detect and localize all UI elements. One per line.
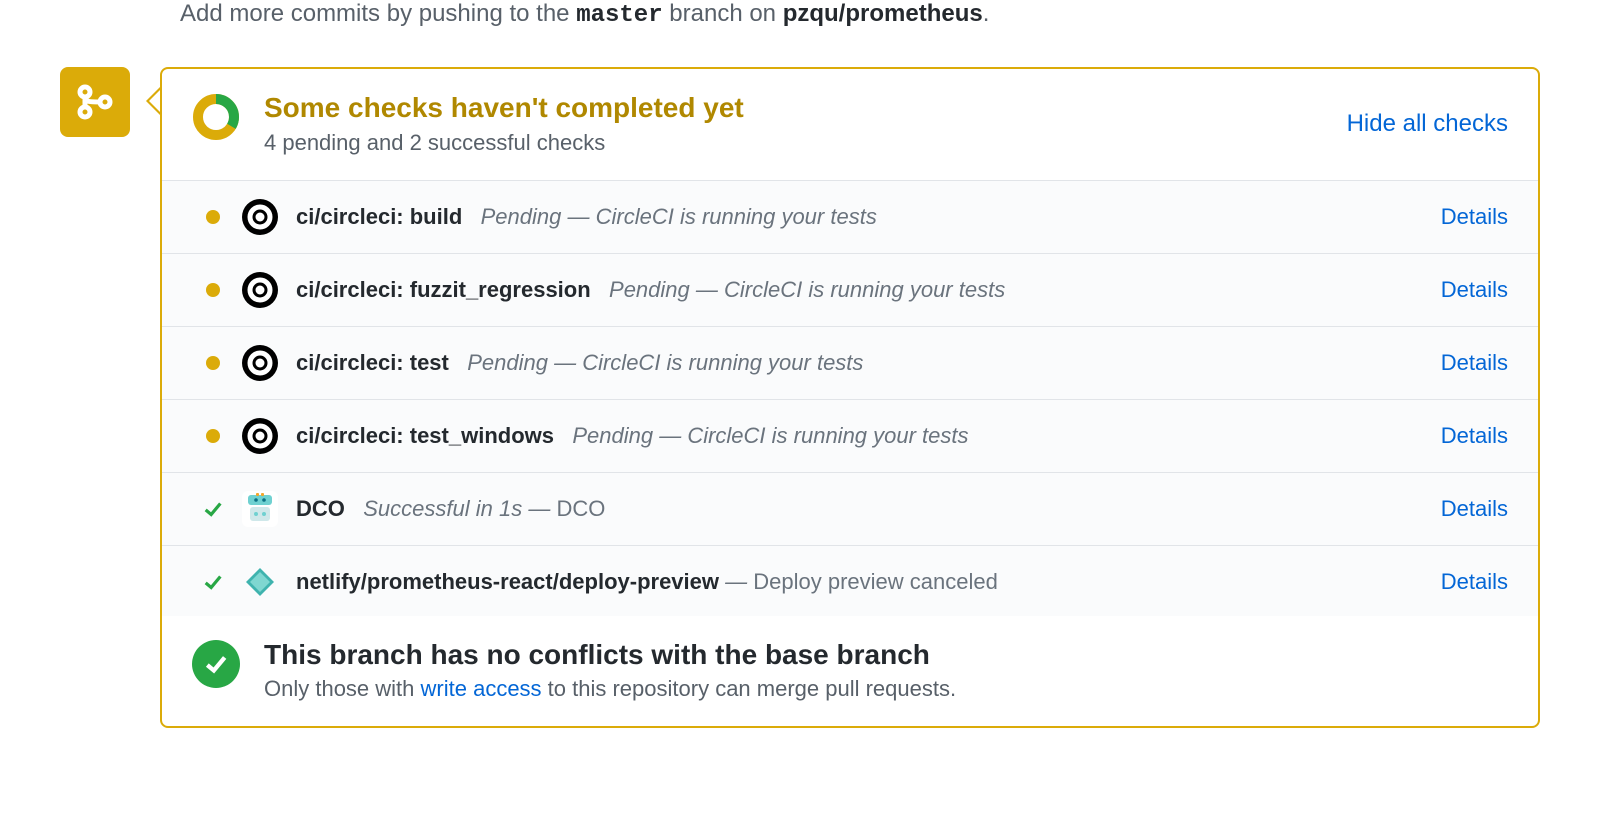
hint-mid: branch on bbox=[669, 0, 782, 27]
checks-summary-title: Some checks haven't completed yet bbox=[264, 93, 1323, 124]
check-details-link[interactable]: Details bbox=[1441, 569, 1508, 595]
hint-branch: master bbox=[576, 2, 662, 29]
checks-summary: Some checks haven't completed yet 4 pend… bbox=[162, 69, 1538, 180]
check-message: CircleCI is running your tests bbox=[724, 277, 1005, 302]
success-check-icon bbox=[202, 498, 224, 520]
check-text: ci/circleci: test Pending — CircleCI is … bbox=[296, 350, 1423, 376]
check-message: CircleCI is running your tests bbox=[582, 350, 863, 375]
check-message: Deploy preview canceled bbox=[753, 569, 998, 594]
check-name: ci/circleci: test_windows bbox=[296, 423, 554, 448]
circleci-avatar-icon bbox=[242, 345, 278, 381]
check-name: ci/circleci: build bbox=[296, 204, 462, 229]
check-name: ci/circleci: test bbox=[296, 350, 449, 375]
checks-list: ci/circleci: build Pending — CircleCI is… bbox=[162, 180, 1538, 616]
circleci-avatar-icon bbox=[242, 272, 278, 308]
check-name: netlify/prometheus-react/deploy-preview bbox=[296, 569, 719, 594]
dash-sep: — bbox=[690, 277, 724, 302]
check-status: Pending bbox=[481, 204, 562, 229]
dco-avatar-icon bbox=[242, 491, 278, 527]
merge-status-box: Some checks haven't completed yet 4 pend… bbox=[160, 67, 1540, 729]
check-details-link[interactable]: Details bbox=[1441, 277, 1508, 303]
check-text: ci/circleci: test_windows Pending — Circ… bbox=[296, 423, 1423, 449]
hint-suffix: . bbox=[983, 0, 990, 27]
check-message: DCO bbox=[556, 496, 605, 521]
dash-sep: — bbox=[653, 423, 687, 448]
pending-dot-icon bbox=[206, 356, 220, 370]
conflicts-summary: This branch has no conflicts with the ba… bbox=[162, 616, 1538, 727]
check-name: ci/circleci: fuzzit_regression bbox=[296, 277, 591, 302]
conflicts-sub-post: to this repository can merge pull reques… bbox=[542, 676, 957, 701]
pending-dot-icon bbox=[206, 210, 220, 224]
box-caret bbox=[146, 87, 160, 115]
hint-repo: pzqu/prometheus bbox=[783, 0, 983, 27]
netlify-avatar-icon bbox=[242, 564, 278, 600]
merge-timeline-badge bbox=[60, 67, 130, 137]
check-status: Pending bbox=[467, 350, 548, 375]
success-check-icon bbox=[202, 571, 224, 593]
toggle-checks-link[interactable]: Hide all checks bbox=[1347, 110, 1508, 138]
check-row: ci/circleci: build Pending — CircleCI is… bbox=[162, 181, 1538, 254]
circleci-avatar-icon bbox=[242, 199, 278, 235]
push-hint: Add more commits by pushing to the maste… bbox=[180, 0, 1540, 31]
status-donut-icon bbox=[192, 93, 240, 141]
check-status: Pending bbox=[609, 277, 690, 302]
check-text: DCO Successful in 1s — DCO bbox=[296, 496, 1423, 522]
check-details-link[interactable]: Details bbox=[1441, 350, 1508, 376]
git-merge-icon bbox=[75, 82, 115, 122]
conflicts-title: This branch has no conflicts with the ba… bbox=[264, 640, 1508, 671]
check-details-link[interactable]: Details bbox=[1441, 496, 1508, 522]
dash-sep: — bbox=[561, 204, 595, 229]
check-row: ci/circleci: test Pending — CircleCI is … bbox=[162, 327, 1538, 400]
circleci-avatar-icon bbox=[242, 418, 278, 454]
conflicts-subtitle: Only those with write access to this rep… bbox=[264, 676, 1508, 702]
pending-dot-icon bbox=[206, 429, 220, 443]
check-row: ci/circleci: test_windows Pending — Circ… bbox=[162, 400, 1538, 473]
pending-dot-icon bbox=[206, 283, 220, 297]
conflicts-sub-pre: Only those with bbox=[264, 676, 421, 701]
check-status: Successful in 1s bbox=[363, 496, 522, 521]
dash-sep: — bbox=[548, 350, 582, 375]
check-text: netlify/prometheus-react/deploy-preview … bbox=[296, 569, 1423, 595]
check-name: DCO bbox=[296, 496, 345, 521]
check-row: ci/circleci: fuzzit_regression Pending —… bbox=[162, 254, 1538, 327]
check-message: CircleCI is running your tests bbox=[596, 204, 877, 229]
check-details-link[interactable]: Details bbox=[1441, 204, 1508, 230]
check-row: DCO Successful in 1s — DCO Details bbox=[162, 473, 1538, 546]
check-row: netlify/prometheus-react/deploy-preview … bbox=[162, 546, 1538, 616]
check-text: ci/circleci: build Pending — CircleCI is… bbox=[296, 204, 1423, 230]
dash-sep: — bbox=[522, 496, 556, 521]
checks-summary-subtitle: 4 pending and 2 successful checks bbox=[264, 130, 1323, 156]
check-text: ci/circleci: fuzzit_regression Pending —… bbox=[296, 277, 1423, 303]
check-status: Pending bbox=[572, 423, 653, 448]
check-message: CircleCI is running your tests bbox=[687, 423, 968, 448]
write-access-link[interactable]: write access bbox=[421, 676, 542, 701]
dash-sep: — bbox=[719, 569, 753, 594]
check-details-link[interactable]: Details bbox=[1441, 423, 1508, 449]
hint-prefix: Add more commits by pushing to the bbox=[180, 0, 576, 27]
success-circle-icon bbox=[192, 640, 240, 688]
